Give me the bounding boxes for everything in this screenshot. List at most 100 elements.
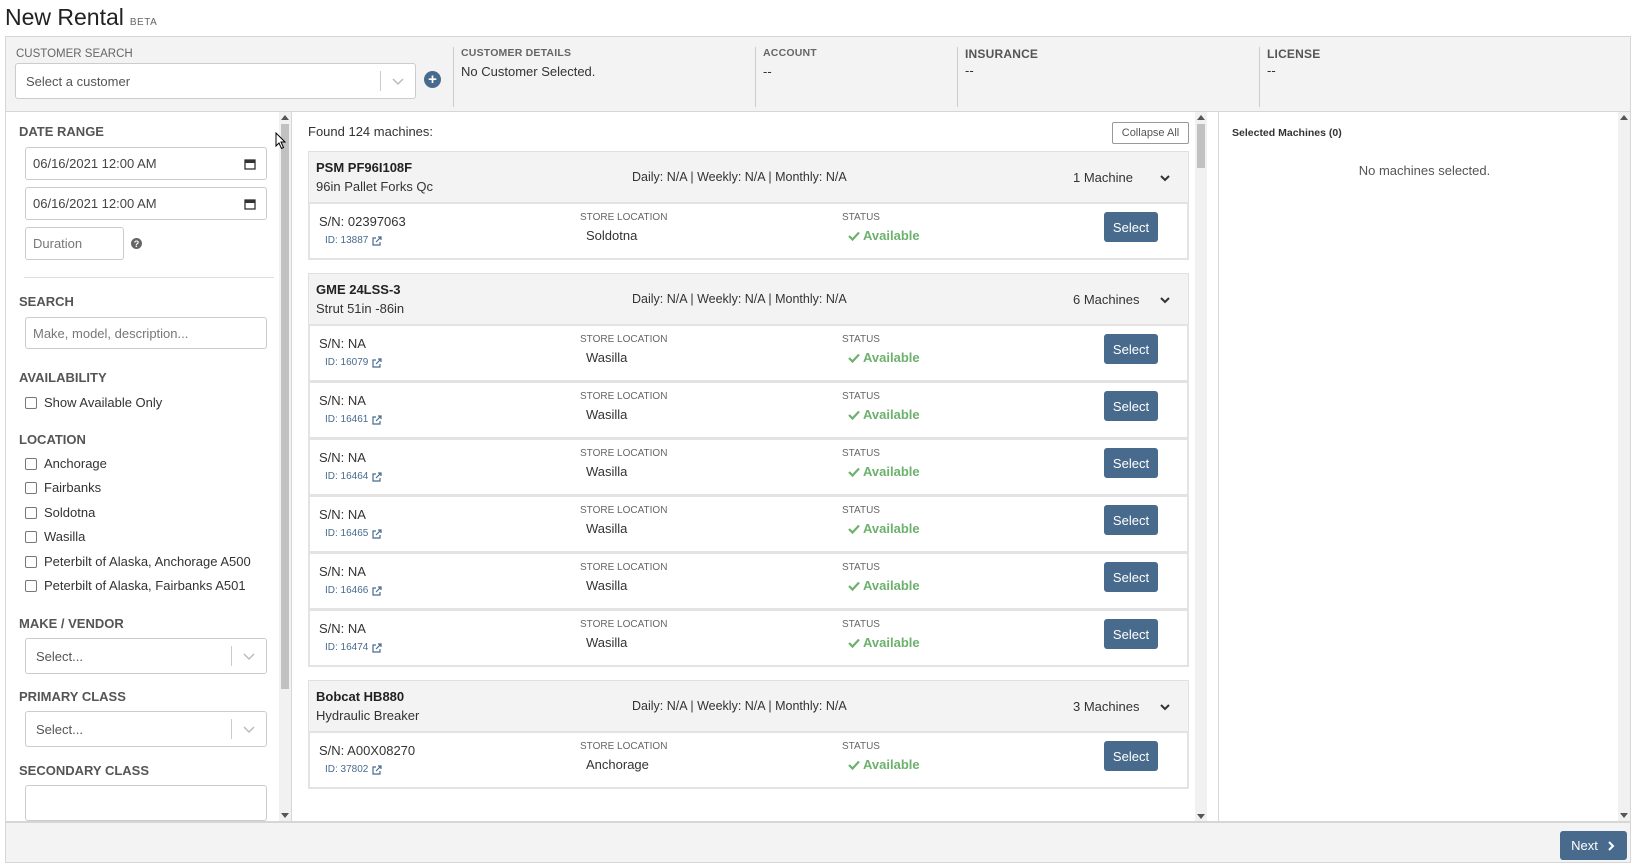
machine-id: ID: 16465 xyxy=(325,528,369,539)
help-icon[interactable]: ? xyxy=(131,238,142,249)
status-label: STATUS xyxy=(842,562,880,573)
select-button[interactable]: Select xyxy=(1104,505,1158,535)
show-available-checkbox[interactable]: Show Available Only xyxy=(25,395,162,410)
external-link-icon[interactable] xyxy=(372,764,382,775)
machine-group-header[interactable]: PSM PF96I108F 96in Pallet Forks Qc Daily… xyxy=(308,151,1189,202)
search-placeholder: Make, model, description... xyxy=(33,325,189,341)
machine-group-header[interactable]: GME 24LSS-3 Strut 51in -86in Daily: N/A … xyxy=(308,273,1189,324)
collapse-all-button[interactable]: Collapse All xyxy=(1112,122,1189,144)
store-location: Wasilla xyxy=(586,407,628,422)
select-button[interactable]: Select xyxy=(1104,391,1158,421)
calendar-icon[interactable] xyxy=(244,198,256,210)
machine-group-header[interactable]: Bobcat HB880 Hydraulic Breaker Daily: N/… xyxy=(308,680,1189,731)
date-range-title: DATE RANGE xyxy=(19,124,104,139)
chevron-down-icon[interactable] xyxy=(232,649,266,663)
select-button[interactable]: Select xyxy=(1104,619,1158,649)
select-button[interactable]: Select xyxy=(1104,212,1158,242)
location-checkbox[interactable]: Wasilla xyxy=(25,529,85,544)
external-link-icon[interactable] xyxy=(372,585,382,596)
checkbox[interactable] xyxy=(25,396,37,409)
location-checkbox[interactable]: Peterbilt of Alaska, Anchorage A500 xyxy=(25,554,251,569)
external-link-icon[interactable] xyxy=(372,357,382,368)
status-value: Available xyxy=(848,635,920,650)
external-link-icon[interactable] xyxy=(372,235,382,246)
status-label: STATUS xyxy=(842,212,880,223)
machine-id: ID: 37802 xyxy=(325,764,369,775)
chevron-down-icon[interactable] xyxy=(1159,701,1171,713)
status-label: STATUS xyxy=(842,448,880,459)
machine-id-link[interactable]: ID: 16474 xyxy=(325,642,382,653)
select-button[interactable]: Select xyxy=(1104,562,1158,592)
calendar-icon[interactable] xyxy=(244,158,256,170)
results-panel: Found 124 machines: Collapse All PSM PF9… xyxy=(292,112,1218,822)
scroll-thumb[interactable] xyxy=(281,124,289,689)
next-button[interactable]: Next xyxy=(1560,831,1627,860)
external-link-icon[interactable] xyxy=(372,414,382,425)
sidebar-scrollbar[interactable] xyxy=(279,112,291,821)
checkbox[interactable] xyxy=(25,579,37,592)
checkbox[interactable] xyxy=(25,481,37,494)
external-link-icon[interactable] xyxy=(372,528,382,539)
divider xyxy=(24,277,274,278)
scroll-down-icon[interactable] xyxy=(279,811,291,821)
location-checkbox[interactable]: Fairbanks xyxy=(25,480,101,495)
license-label: LICENSE xyxy=(1267,47,1321,61)
status-text: Available xyxy=(863,757,920,772)
results-scrollbar[interactable] xyxy=(1195,112,1207,821)
external-link-icon[interactable] xyxy=(372,471,382,482)
make-select[interactable]: Select... xyxy=(25,638,267,674)
customer-select[interactable]: Select a customer xyxy=(15,63,416,99)
serial-number: S/N: NA xyxy=(319,621,366,636)
chevron-down-icon[interactable] xyxy=(381,74,415,88)
scroll-down-icon[interactable] xyxy=(1195,812,1207,821)
machine-row: S/N: NA ID: 16474 STORE LOCATION Wasilla… xyxy=(308,609,1189,667)
primary-class-select[interactable]: Select... xyxy=(25,711,267,747)
end-date-input[interactable]: 06/16/2021 12:00 AM xyxy=(25,187,267,220)
primary-placeholder: Select... xyxy=(36,721,83,737)
location-checkbox[interactable]: Peterbilt of Alaska, Fairbanks A501 xyxy=(25,578,246,593)
checkbox[interactable] xyxy=(25,457,37,470)
machine-row: S/N: 02397063 ID: 13887 STORE LOCATION S… xyxy=(308,202,1189,260)
checkbox[interactable] xyxy=(25,530,37,543)
select-button[interactable]: Select xyxy=(1104,741,1158,771)
group-description: Hydraulic Breaker xyxy=(316,708,420,723)
show-available-label: Show Available Only xyxy=(44,395,163,410)
scroll-down-icon[interactable] xyxy=(1618,811,1630,821)
account-value: -- xyxy=(763,64,772,79)
machine-id-link[interactable]: ID: 16464 xyxy=(325,471,382,482)
scroll-up-icon[interactable] xyxy=(1618,112,1630,122)
machine-id-link[interactable]: ID: 13887 xyxy=(325,235,382,246)
duration-input[interactable]: Duration xyxy=(25,227,124,260)
machine-id-link[interactable]: ID: 16461 xyxy=(325,414,382,425)
chevron-down-icon[interactable] xyxy=(232,722,266,736)
page-title: New Rental xyxy=(5,4,124,30)
status-value: Available xyxy=(848,228,920,243)
scroll-thumb[interactable] xyxy=(1197,124,1205,168)
store-location-label: STORE LOCATION xyxy=(580,619,668,630)
chevron-down-icon[interactable] xyxy=(1159,172,1171,184)
scroll-up-icon[interactable] xyxy=(279,112,291,122)
location-checkbox[interactable]: Soldotna xyxy=(25,505,95,520)
machine-row: S/N: A00X08270 ID: 37802 STORE LOCATION … xyxy=(308,731,1189,789)
selected-scrollbar[interactable] xyxy=(1618,112,1630,821)
start-date-input[interactable]: 06/16/2021 12:00 AM xyxy=(25,147,267,180)
chevron-down-icon[interactable] xyxy=(1159,294,1171,306)
external-link-icon[interactable] xyxy=(372,642,382,653)
select-button[interactable]: Select xyxy=(1104,448,1158,478)
add-customer-icon[interactable]: + xyxy=(424,71,441,88)
store-location: Soldotna xyxy=(586,228,638,243)
machine-id-link[interactable]: ID: 37802 xyxy=(325,764,382,775)
machine-id-link[interactable]: ID: 16465 xyxy=(325,528,382,539)
status-value: Available xyxy=(848,407,920,422)
select-button[interactable]: Select xyxy=(1104,334,1158,364)
machine-id-link[interactable]: ID: 16466 xyxy=(325,585,382,596)
location-checkbox[interactable]: Anchorage xyxy=(25,456,107,471)
checkbox[interactable] xyxy=(25,555,37,568)
search-input[interactable]: Make, model, description... xyxy=(25,317,267,349)
secondary-class-select[interactable] xyxy=(25,785,267,821)
check-icon xyxy=(848,581,860,591)
machine-id-link[interactable]: ID: 16079 xyxy=(325,357,382,368)
scroll-up-icon[interactable] xyxy=(1195,112,1207,122)
group-count: 3 Machines xyxy=(1073,699,1140,714)
checkbox[interactable] xyxy=(25,506,37,519)
